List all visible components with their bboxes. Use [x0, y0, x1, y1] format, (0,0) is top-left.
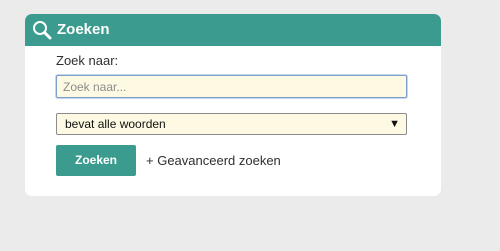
- search-label: Zoek naar:: [56, 53, 119, 68]
- dropdown-arrow-icon: ▼: [389, 118, 400, 130]
- match-mode-select[interactable]: bevat alle woorden ▼: [56, 113, 407, 135]
- match-mode-selected: bevat alle woorden: [65, 117, 166, 131]
- panel-title: Zoeken: [57, 21, 110, 38]
- panel-header: Zoeken: [25, 14, 441, 46]
- advanced-search-link[interactable]: + Geavanceerd zoeken: [146, 153, 281, 169]
- search-panel: Zoeken Zoek naar: bevat alle woorden ▼ Z…: [25, 14, 441, 196]
- search-input[interactable]: [56, 75, 407, 98]
- search-icon: [32, 20, 52, 40]
- search-button[interactable]: Zoeken: [56, 145, 136, 176]
